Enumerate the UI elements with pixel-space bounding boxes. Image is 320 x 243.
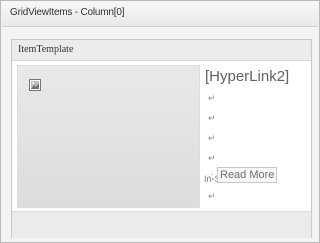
window-title: GridViewItems - Column[0]	[10, 7, 125, 18]
image-control[interactable]	[17, 65, 200, 208]
paragraph-mark: ↵	[208, 113, 216, 123]
paragraph-mark: ↵	[208, 153, 216, 163]
broken-image-icon	[29, 78, 41, 91]
hyperlink-control[interactable]: [HyperLink2]	[205, 68, 289, 85]
paragraph-mark: ↵	[208, 133, 216, 143]
paragraph-mark: ↵	[208, 191, 216, 201]
read-more-button[interactable]: Read More	[217, 167, 278, 183]
title-bar: GridViewItems - Column[0]	[2, 2, 318, 27]
template-header: ItemTemplate	[12, 40, 311, 61]
template-content-area: [HyperLink2] ↵ ↵ ↵ ↵ In-Stock: ·↵ ↵	[12, 61, 311, 211]
item-template-panel: ItemTemplate [HyperLink2] ↵ ↵ ↵ ↵ In-Sto…	[11, 39, 312, 238]
template-footer	[12, 211, 311, 238]
read-more-prefix: ·:	[208, 171, 214, 181]
template-label: ItemTemplate	[18, 44, 74, 55]
designer-window: GridViewItems - Column[0] ItemTemplate […	[0, 0, 320, 243]
paragraph-mark: ↵	[208, 93, 216, 103]
